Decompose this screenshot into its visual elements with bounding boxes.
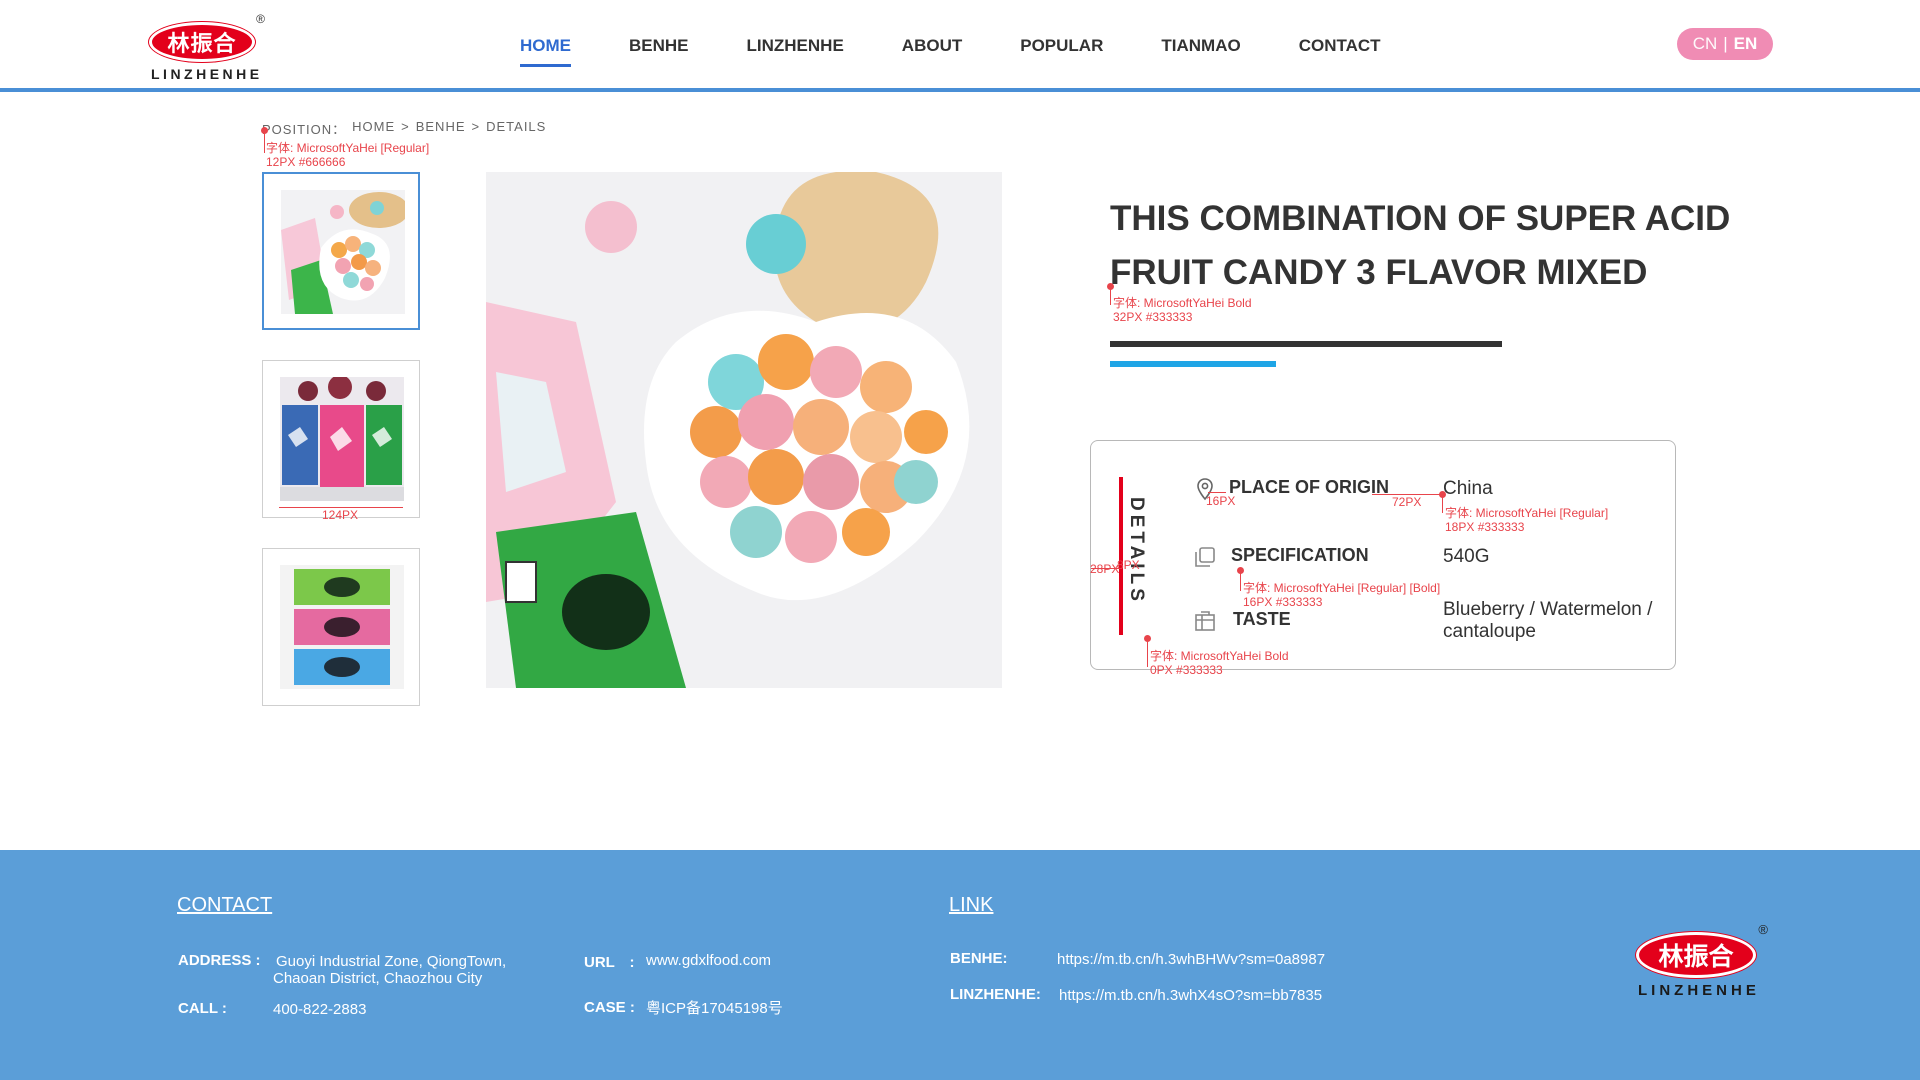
lang-en-button[interactable]: EN: [1734, 34, 1758, 54]
specification-value: 540G: [1443, 546, 1490, 567]
annotation-line: [1240, 571, 1241, 591]
registered-mark: ®: [256, 12, 265, 26]
url-link[interactable]: www.gdxlfood.com: [646, 952, 771, 969]
breadcrumb: POSITION： HOME > BENHE > DETAILS: [262, 119, 546, 138]
annotation-gap: 16PX: [1206, 494, 1236, 508]
annotation-gap: 8PX: [1117, 558, 1140, 572]
lang-cn-button[interactable]: CN: [1693, 34, 1718, 54]
annotation-size: 0PX #333333: [1150, 663, 1223, 677]
annotation-font: 字体: MicrosoftYaHei [Regular]: [266, 141, 430, 155]
product-title: THIS COMBINATION OF SUPER ACID FRUIT CAN…: [1110, 199, 1731, 292]
site-header: 林振合 ® LINZHENHE HOME BENHE LINZHENHE ABO…: [0, 0, 1920, 92]
breadcrumb-home[interactable]: HOME: [352, 119, 395, 138]
breadcrumb-benhe[interactable]: BENHE: [416, 119, 466, 138]
logo-badge: 林振合: [149, 22, 255, 62]
nav-item-tianmao[interactable]: TIANMAO: [1161, 30, 1240, 67]
linzhenhe-link[interactable]: https://m.tb.cn/h.3whX4sO?sm=bb7835: [1059, 987, 1322, 1004]
taste-value: Blueberry / Watermelon / cantaloupe: [1443, 599, 1653, 642]
annotation-size: 16PX #333333: [1243, 595, 1323, 609]
url-label: URL :: [584, 954, 635, 971]
details-card: DETAILS PLACE OF ORIGIN China SPECIFICAT…: [1090, 440, 1676, 670]
nav-item-linzhenhe[interactable]: LINZHENHE: [747, 30, 844, 67]
thumbnail-image-candy-bowl: [281, 190, 405, 314]
product-main-image: [486, 172, 1002, 688]
origin-value: China: [1443, 478, 1493, 499]
title-divider-accent: [1110, 361, 1276, 367]
address-label: ADDRESS :: [178, 952, 261, 969]
thumbnail-1[interactable]: [262, 172, 420, 330]
annotation-font: 字体: MicrosoftYaHei [Regular] [Bold]: [1243, 581, 1441, 595]
address-line-1: Guoyi Industrial Zone, QiongTown,: [276, 953, 507, 970]
specification-label: SPECIFICATION: [1231, 545, 1369, 565]
case-value: 粤ICP备17045198号: [646, 1000, 783, 1017]
call-value: 400-822-2883: [273, 1001, 367, 1018]
annotation-font: 字体: MicrosoftYaHei [Regular]: [1445, 506, 1609, 520]
annotation-line: [1442, 495, 1443, 513]
details-heading: DETAILS: [1126, 497, 1147, 605]
breadcrumb-separator: >: [471, 119, 481, 134]
brand-logo[interactable]: 林振合 ® LINZHENHE: [149, 12, 265, 82]
annotation-gap: 72PX: [1392, 495, 1422, 509]
annotation-size: 18PX #333333: [1445, 520, 1525, 534]
annotation-gap: 28PX: [1090, 562, 1120, 576]
footer-link-heading[interactable]: LINK: [949, 894, 993, 917]
annotation-font: 字体: MicrosoftYaHei Bold: [1150, 649, 1289, 663]
registered-mark: ®: [1758, 922, 1768, 937]
details-accent-line: [1119, 477, 1123, 635]
logo-wordmark: LINZHENHE: [151, 66, 263, 82]
annotation-line: [264, 131, 265, 153]
title-divider-dark: [1110, 341, 1502, 347]
thumbnail-2[interactable]: [262, 360, 420, 518]
footer-logo-badge: 林振合: [1636, 932, 1756, 978]
footer-logo-wordmark: LINZHENHE: [1638, 982, 1760, 999]
benhe-link-label: BENHE:: [950, 950, 1008, 967]
address-line-2: Chaoan District, Chaozhou City: [273, 970, 483, 987]
lang-separator: |: [1723, 34, 1728, 53]
nav-item-home[interactable]: HOME: [520, 30, 571, 67]
nav-item-contact[interactable]: CONTACT: [1299, 30, 1381, 67]
layers-icon: [1195, 547, 1215, 567]
annotation-line: [1110, 287, 1111, 305]
case-label: CASE :: [584, 999, 635, 1016]
breadcrumb-current: DETAILS: [486, 119, 547, 134]
nav-item-popular[interactable]: POPULAR: [1020, 30, 1103, 67]
annotation-size: 12PX #666666: [266, 155, 346, 169]
nav-item-benhe[interactable]: BENHE: [629, 30, 689, 67]
footer-contact-heading[interactable]: CONTACT: [177, 894, 272, 917]
breadcrumb-prefix: POSITION：: [262, 122, 347, 137]
nav-item-about[interactable]: ABOUT: [902, 30, 962, 67]
breadcrumb-separator: >: [401, 119, 410, 134]
thumbnail-image-candy-boxes: [280, 565, 404, 689]
package-icon: [1195, 611, 1215, 631]
taste-label: TASTE: [1233, 609, 1291, 629]
benhe-link[interactable]: https://m.tb.cn/h.3whBHWv?sm=0a8987: [1057, 951, 1325, 968]
annotation-line: [1208, 492, 1226, 493]
origin-label: PLACE OF ORIGIN: [1229, 477, 1390, 497]
linzhenhe-link-label: LINZHENHE:: [950, 986, 1041, 1003]
annotation-line: [1147, 639, 1148, 667]
main-nav: HOME BENHE LINZHENHE ABOUT POPULAR TIANM…: [520, 30, 1439, 67]
thumbnail-image-candy-packs: [280, 377, 404, 501]
site-footer: CONTACT LINK ADDRESS : Guoyi Industrial …: [0, 850, 1920, 1080]
thumbnail-3[interactable]: [262, 548, 420, 706]
call-label: CALL :: [178, 1000, 227, 1017]
footer-brand-logo[interactable]: 林振合 ® LINZHENHE: [1636, 922, 1768, 1000]
language-switcher: CN | EN: [1677, 28, 1773, 60]
annotation-thumb-width: 124PX: [322, 508, 359, 522]
annotation-size: 32PX #333333: [1113, 310, 1193, 324]
annotation-font: 字体: MicrosoftYaHei Bold: [1113, 296, 1252, 310]
